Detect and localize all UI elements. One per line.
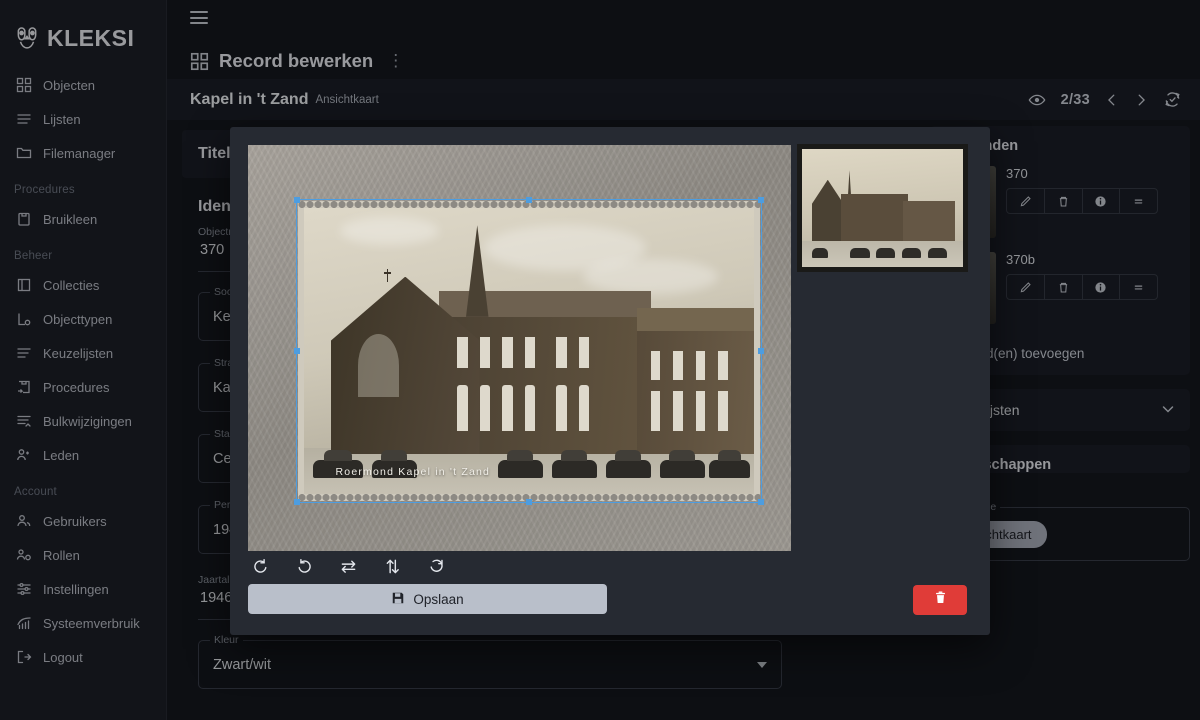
- save-icon: [391, 591, 405, 608]
- crop-handle-top-center[interactable]: [526, 197, 532, 203]
- rotate-right-icon[interactable]: [292, 554, 316, 578]
- crop-handle-middle-left[interactable]: [294, 348, 300, 354]
- preview-thumbnail[interactable]: [797, 144, 968, 272]
- preview-thumbnail-image: [802, 149, 963, 267]
- rotate-left-icon[interactable]: [248, 554, 272, 578]
- save-button[interactable]: Opslaan: [248, 584, 607, 614]
- crop-handle-bottom-center[interactable]: [526, 499, 532, 505]
- save-button-label: Opslaan: [413, 592, 463, 607]
- trash-icon: [933, 590, 948, 610]
- crop-handle-bottom-left[interactable]: [294, 499, 300, 505]
- crop-selection-box[interactable]: [296, 199, 762, 503]
- crop-handle-middle-right[interactable]: [758, 348, 764, 354]
- image-editor-canvas[interactable]: Roermond Kapel in 't Zand: [248, 145, 791, 551]
- app-root: KLEKSI Objecten Lijsten: [0, 0, 1200, 720]
- delete-button[interactable]: [913, 585, 967, 615]
- flip-horizontal-icon[interactable]: [336, 554, 360, 578]
- crop-handle-top-right[interactable]: [758, 197, 764, 203]
- crop-handle-bottom-right[interactable]: [758, 499, 764, 505]
- crop-handle-top-left[interactable]: [294, 197, 300, 203]
- image-editor-toolbar: [248, 554, 448, 578]
- flip-vertical-icon[interactable]: [380, 554, 404, 578]
- reset-icon[interactable]: [424, 554, 448, 578]
